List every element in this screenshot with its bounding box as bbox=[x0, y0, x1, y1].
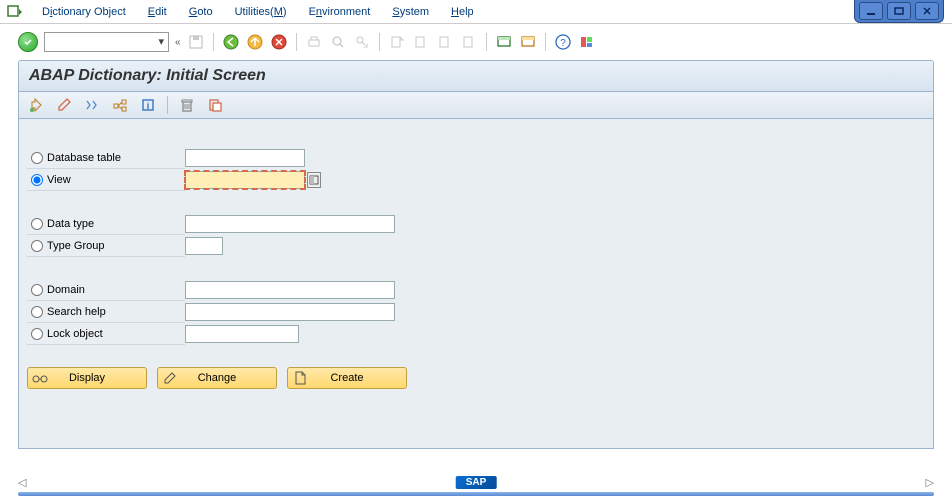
menu-environment[interactable]: Environment bbox=[305, 4, 375, 20]
new-session-icon[interactable] bbox=[495, 33, 513, 51]
prev-page-icon bbox=[412, 33, 430, 51]
collapse-icon[interactable]: « bbox=[175, 37, 181, 48]
next-page-icon bbox=[436, 33, 454, 51]
row-view: View bbox=[27, 169, 925, 191]
check-icon[interactable] bbox=[83, 96, 101, 114]
menu-dictionary-object[interactable]: Dictionary Object bbox=[38, 4, 130, 20]
label-view[interactable]: View bbox=[27, 169, 185, 191]
menu-system[interactable]: System bbox=[388, 4, 433, 20]
input-data-type[interactable] bbox=[185, 215, 395, 233]
svg-text:i: i bbox=[147, 101, 150, 111]
row-lock-object: Lock object bbox=[27, 323, 925, 345]
radio-view[interactable] bbox=[31, 174, 43, 186]
cancel-button[interactable] bbox=[270, 33, 288, 51]
menu-goto[interactable]: Goto bbox=[185, 4, 217, 20]
menu-utilities[interactable]: Utilities(M) bbox=[231, 4, 291, 20]
label-search-help[interactable]: Search help bbox=[27, 301, 185, 323]
close-button[interactable] bbox=[915, 2, 939, 20]
row-domain: Domain bbox=[27, 279, 925, 301]
row-db-table: Database table bbox=[27, 147, 925, 169]
copy-icon[interactable] bbox=[206, 96, 224, 114]
print-icon bbox=[305, 33, 323, 51]
input-view[interactable] bbox=[185, 171, 305, 189]
window-controls bbox=[854, 0, 944, 23]
radio-domain[interactable] bbox=[31, 284, 43, 296]
label-domain[interactable]: Domain bbox=[27, 279, 185, 301]
horizontal-scrollbar[interactable] bbox=[18, 492, 934, 496]
group-1: Database table View bbox=[27, 147, 925, 191]
last-page-icon bbox=[460, 33, 478, 51]
command-field[interactable] bbox=[44, 32, 169, 52]
row-type-group: Type Group bbox=[27, 235, 925, 257]
find-next-icon bbox=[353, 33, 371, 51]
group-2: Data type Type Group bbox=[27, 213, 925, 257]
svg-text:?: ? bbox=[560, 38, 566, 49]
back-button[interactable] bbox=[222, 33, 240, 51]
label-type-group[interactable]: Type Group bbox=[27, 235, 185, 257]
radio-data-type[interactable] bbox=[31, 218, 43, 230]
shortcut-icon[interactable] bbox=[519, 33, 537, 51]
exit-button[interactable] bbox=[246, 33, 264, 51]
radio-db-table[interactable] bbox=[31, 152, 43, 164]
activate-icon[interactable] bbox=[27, 96, 45, 114]
title-panel: ABAP Dictionary: Initial Screen bbox=[18, 60, 934, 92]
scroll-left-icon[interactable]: ◁ bbox=[18, 476, 26, 489]
pencil-icon bbox=[162, 370, 178, 386]
enter-button[interactable] bbox=[18, 32, 38, 52]
edit-icon[interactable] bbox=[55, 96, 73, 114]
status-bar: ◁ SAP ▷ bbox=[18, 476, 934, 492]
create-button[interactable]: Create bbox=[287, 367, 407, 389]
input-search-help[interactable] bbox=[185, 303, 395, 321]
input-db-table[interactable] bbox=[185, 149, 305, 167]
menu-edit[interactable]: Edit bbox=[144, 4, 171, 20]
sap-logo: SAP bbox=[456, 476, 497, 489]
scroll-right-icon[interactable]: ▷ bbox=[926, 476, 934, 489]
page-icon bbox=[292, 370, 308, 386]
label-lock-object[interactable]: Lock object bbox=[27, 323, 185, 345]
label-data-type[interactable]: Data type bbox=[27, 213, 185, 235]
save-icon bbox=[187, 33, 205, 51]
input-type-group[interactable] bbox=[185, 237, 223, 255]
input-domain[interactable] bbox=[185, 281, 395, 299]
form-area: Database table View Data type Type Group… bbox=[18, 119, 934, 449]
radio-search-help[interactable] bbox=[31, 306, 43, 318]
radio-type-group[interactable] bbox=[31, 240, 43, 252]
menu-bar: Dictionary Object Edit Goto Utilities(M)… bbox=[0, 0, 952, 24]
display-button[interactable]: Display bbox=[27, 367, 147, 389]
row-search-help: Search help bbox=[27, 301, 925, 323]
where-used-icon[interactable] bbox=[111, 96, 129, 114]
change-button[interactable]: Change bbox=[157, 367, 277, 389]
maximize-button[interactable] bbox=[887, 2, 911, 20]
info-icon[interactable]: i bbox=[139, 96, 157, 114]
minimize-button[interactable] bbox=[859, 2, 883, 20]
find-icon bbox=[329, 33, 347, 51]
action-buttons: Display Change Create bbox=[27, 367, 925, 389]
glasses-icon bbox=[32, 370, 48, 386]
label-db-table[interactable]: Database table bbox=[27, 147, 185, 169]
layout-icon[interactable] bbox=[578, 33, 596, 51]
menu-dropdown-icon[interactable] bbox=[6, 3, 24, 21]
standard-toolbar: « ? bbox=[0, 24, 952, 56]
value-help-button[interactable] bbox=[307, 172, 321, 188]
delete-icon[interactable] bbox=[178, 96, 196, 114]
row-data-type: Data type bbox=[27, 213, 925, 235]
app-toolbar: i bbox=[18, 92, 934, 119]
menu-help[interactable]: Help bbox=[447, 4, 478, 20]
page-title: ABAP Dictionary: Initial Screen bbox=[29, 67, 923, 85]
first-page-icon bbox=[388, 33, 406, 51]
input-lock-object[interactable] bbox=[185, 325, 299, 343]
help-icon[interactable]: ? bbox=[554, 33, 572, 51]
group-3: Domain Search help Lock object bbox=[27, 279, 925, 345]
radio-lock-object[interactable] bbox=[31, 328, 43, 340]
